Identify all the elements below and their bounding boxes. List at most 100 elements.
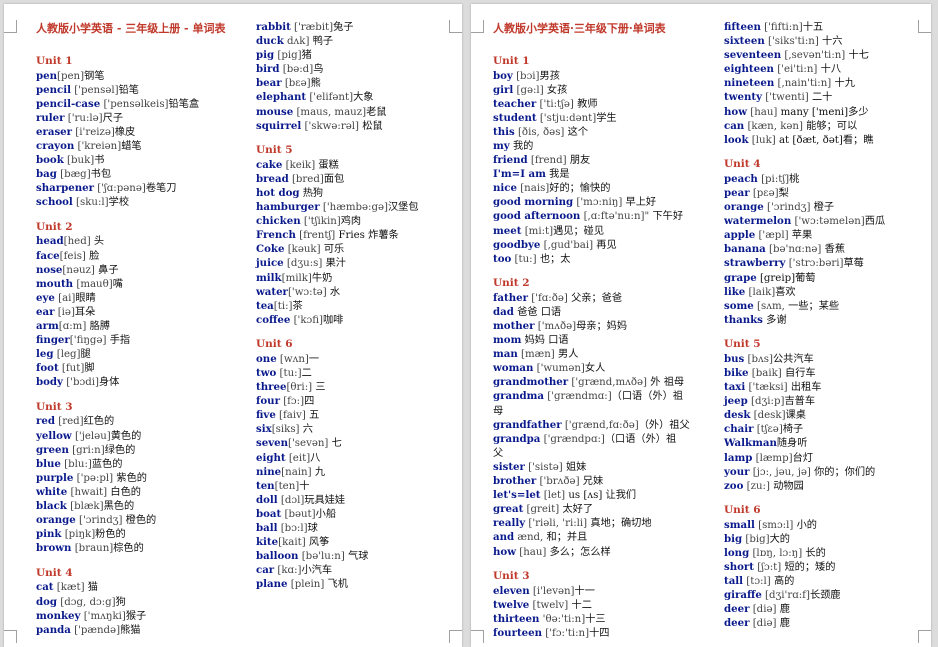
unit-heading: Unit 1 xyxy=(36,55,73,67)
phonetic: [pi:tʃ] xyxy=(757,173,790,185)
chinese-meaning: 猫 xyxy=(84,582,98,594)
vocabulary-entry: eight [eit]八 xyxy=(256,451,419,465)
chinese-meaning: 眼睛 xyxy=(75,292,96,304)
chinese-meaning: 太好了 xyxy=(559,504,594,516)
vocabulary-entry: grape [greip]葡萄 xyxy=(724,271,885,285)
vocabulary-entry: duck dʌk] 鸭子 xyxy=(256,34,419,48)
english-word: ten xyxy=(256,479,275,492)
english-word: watermelon xyxy=(724,215,792,228)
phonetic: [jɔ:, jəu, jə] xyxy=(749,466,811,478)
phonetic: [faiv] xyxy=(275,410,306,422)
phonetic: [,gud'bai] xyxy=(540,239,594,251)
vocabulary-entry: orange ['ɔrindʒ] 橙子 xyxy=(724,200,885,214)
phonetic: [let] xyxy=(540,490,566,502)
english-word: sixteen xyxy=(724,35,765,48)
english-word: chicken xyxy=(256,215,301,228)
vocabulary-entry: yellow ['jeləu]黄色的 xyxy=(36,429,225,443)
english-word: pig xyxy=(256,49,275,62)
english-word: teacher xyxy=(493,97,537,110)
english-word: student xyxy=(493,111,537,124)
phonetic: [eit] xyxy=(285,452,311,464)
chinese-meaning: 胳膊 xyxy=(86,321,110,332)
chinese-meaning: 十六 xyxy=(818,36,843,48)
english-word: bag xyxy=(36,168,57,181)
english-word: pen xyxy=(36,69,58,82)
vocabulary-entry: cake [keik] 蛋糕 xyxy=(256,158,419,172)
vocabulary-entry: crayon ['kreiən]蜡笔 xyxy=(36,139,225,153)
vocabulary-entry: some [sʌm, 一些；某些 xyxy=(724,299,885,313)
phonetic: [diə] xyxy=(749,604,777,616)
vocabulary-entry: orange ['ɔrindʒ] 橙色的 xyxy=(36,513,225,527)
page-title: 人教版小学英语·三年级下册·单词表 xyxy=(493,22,666,35)
vocabulary-entry: water['wɔ:tə] 水 xyxy=(256,285,419,299)
chinese-meaning: 牛奶 xyxy=(311,272,333,284)
english-word: really xyxy=(493,517,526,530)
chinese-meaning: 卷笔刀 xyxy=(145,183,177,195)
chinese-meaning: 橡皮 xyxy=(114,126,136,138)
english-word: short xyxy=(724,561,755,574)
vocabulary-entry: too [tu:] 也；太 xyxy=(493,252,690,266)
phonetic: [ti:] xyxy=(273,300,293,312)
chinese-meaning: 长颈鹿 xyxy=(809,590,841,602)
english-word: milk xyxy=(256,271,282,284)
chinese-meaning: 十七 xyxy=(845,50,869,62)
english-word: car xyxy=(256,564,275,577)
chinese-meaning: 香蕉 xyxy=(821,244,846,256)
chinese-meaning: 十九 xyxy=(831,78,855,90)
english-word: eraser xyxy=(36,125,73,138)
chinese-meaning: 大的 xyxy=(769,533,790,545)
english-word: let's=let xyxy=(493,489,541,502)
english-word: friend xyxy=(493,154,528,167)
english-word: boat xyxy=(256,507,282,520)
chinese-meaning: 妈妈 口语 xyxy=(521,335,569,347)
english-word: strawberry xyxy=(724,257,786,270)
crop-mark-bottom-right xyxy=(449,630,462,643)
chinese-meaning: 鹿 xyxy=(776,618,790,630)
chinese-meaning: 小船 xyxy=(315,508,337,520)
unit-heading: Unit 4 xyxy=(36,566,73,579)
phonetic: [ʃɔ:t] xyxy=(754,562,782,574)
chinese-meaning: at [ðæt, ðət]看；瞧 xyxy=(775,134,874,146)
english-word: school xyxy=(36,196,73,209)
vocabulary-entry: four [fɔ:]四 xyxy=(256,394,419,408)
chinese-meaning: 脸 xyxy=(85,250,100,262)
vocabulary-entry: tea[ti:]茶 xyxy=(256,299,419,313)
phonetic: [tu:] xyxy=(276,367,302,379)
english-word: look xyxy=(724,133,749,146)
phonetic: ['grænd,fɑ:ðə] xyxy=(561,419,639,431)
chinese-meaning: Fries 炸薯条 xyxy=(335,230,399,242)
phonetic: [dɔl] xyxy=(277,494,305,506)
phonetic: [ðis, ðəs] xyxy=(514,126,565,138)
english-word: red xyxy=(36,415,55,428)
english-word: body xyxy=(36,376,63,389)
english-word: squirrel xyxy=(256,119,302,132)
chinese-meaning: 松鼠 xyxy=(358,120,383,132)
chinese-meaning: 粉色的 xyxy=(95,529,126,541)
phonetic: [blæk] xyxy=(66,501,104,513)
unit-heading: Unit 4 xyxy=(724,158,761,171)
crop-mark-top-right xyxy=(918,20,931,33)
chinese-meaning: 鹿 xyxy=(776,604,790,616)
vocabulary-entry: balloon [bə'lu:n] 气球 xyxy=(256,549,419,563)
english-word: father xyxy=(493,291,528,304)
chinese-meaning: 十二 xyxy=(568,599,592,611)
phonetic: ['ɔrindʒ] xyxy=(763,202,811,214)
english-word: goodbye xyxy=(493,238,541,251)
phonetic: ['ti:tʃə] xyxy=(536,98,574,110)
vocabulary-entry: student ['stju:dənt]学生 xyxy=(493,111,690,125)
phonetic: [nəuz] xyxy=(62,264,95,276)
vocabulary-entry: can [kæn, kən] 能够；可以 xyxy=(724,119,885,133)
chinese-meaning: 黑色的 xyxy=(103,501,135,513)
chinese-meaning: 十八 xyxy=(817,64,842,76)
chinese-meaning: 九 xyxy=(311,466,326,478)
english-word: grandpa xyxy=(493,432,541,445)
vocabulary-entry: seven['sevən] 七 xyxy=(256,436,419,450)
vocabulary-entry: eye [ai]眼睛 xyxy=(36,291,225,305)
chinese-meaning: 红色的 xyxy=(83,416,115,428)
chinese-meaning: 五 xyxy=(305,410,320,422)
vocabulary-entry: sharpener ['ʃɑ:pənə]卷笔刀 xyxy=(36,181,225,195)
phonetic: ['mɔ:niŋ] xyxy=(573,197,623,209)
english-word: brown xyxy=(36,542,72,555)
chinese-meaning: 能够；可以 xyxy=(802,120,858,132)
